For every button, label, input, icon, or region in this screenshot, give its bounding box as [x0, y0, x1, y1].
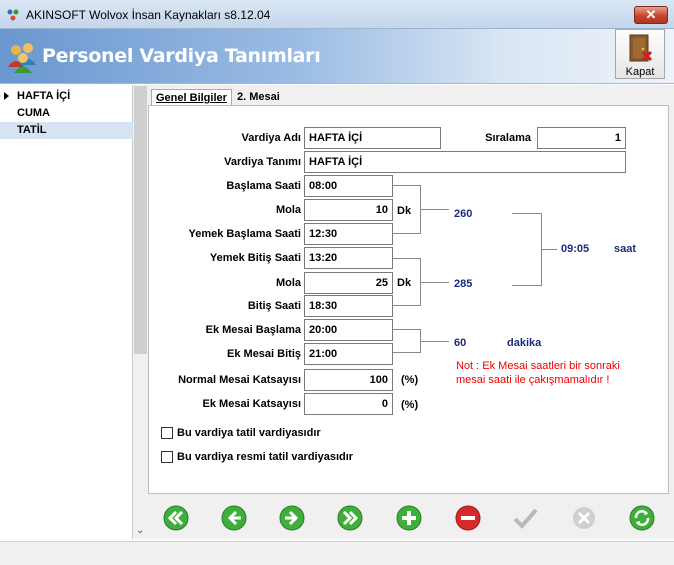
personnel-icon [8, 43, 36, 73]
current-row-indicator-icon [4, 92, 9, 100]
x-icon[interactable] [571, 505, 597, 531]
yemek-baslama-label: Yemek Başlama Saati [188, 228, 301, 240]
plus-icon[interactable] [396, 505, 422, 531]
window-title: AKINSOFT Wolvox İnsan Kaynakları s8.12.0… [26, 8, 271, 22]
left-arrow-icon[interactable] [221, 505, 247, 531]
kapat-label: Kapat [625, 66, 655, 78]
resmi-tatil-label: Bu vardiya resmi tatil vardiyasıdır [177, 451, 354, 463]
yemek-bitis-field[interactable]: 13:20 [304, 247, 393, 269]
tab-2-mesai[interactable]: 2. Mesai [233, 89, 291, 106]
ek-mesai-bitis-label: Ek Mesai Bitiş [227, 348, 301, 360]
general-info-panel: Vardiya Adı HAFTA İÇİ Sıralama 1 Vardiya… [148, 105, 669, 494]
close-window-button[interactable]: ✕ [634, 6, 668, 24]
vardiya-adi-label: Vardiya Adı [241, 132, 301, 144]
bitis-saati-field[interactable]: 18:30 [304, 295, 393, 317]
yemek-bitis-label: Yemek Bitiş Saati [209, 252, 301, 264]
app-icon [7, 9, 19, 21]
chevron-down-icon[interactable]: ⌄ [136, 525, 144, 536]
total-minutes-2: 285 [454, 278, 473, 290]
normal-katsayi-field[interactable]: 100 [304, 369, 393, 391]
check-icon[interactable] [512, 505, 538, 531]
ek-katsayi-label: Ek Mesai Katsayısı [202, 398, 301, 410]
bracket-line [421, 341, 449, 342]
list-item[interactable]: CUMA [0, 105, 133, 122]
bracket-line [542, 249, 557, 250]
vardiya-tanimi-label: Vardiya Tanımı [224, 156, 301, 168]
list-item-label: CUMA [17, 107, 50, 119]
mola-2-label: Mola [275, 277, 301, 289]
tatil-vardiyasi-checkbox[interactable] [161, 427, 173, 439]
list-scrollbar[interactable]: ⌄ [133, 85, 148, 539]
list-item[interactable]: HAFTA İÇİ [0, 88, 133, 105]
warning-note-line-1: Not : Ek Mesai saatleri bir sonraki [456, 360, 620, 372]
vardiya-adi-field[interactable]: HAFTA İÇİ [304, 127, 441, 149]
status-bar [0, 541, 674, 565]
total-work-time: 09:05 [561, 243, 590, 255]
bracket-line [512, 213, 542, 286]
minus-icon[interactable] [455, 505, 481, 531]
total-minutes-1: 260 [454, 208, 473, 220]
mola-label: Mola [275, 204, 301, 216]
bracket-line [393, 258, 421, 306]
baslama-saati-field[interactable]: 08:00 [304, 175, 393, 197]
mola-2-field[interactable]: 25 [304, 272, 393, 294]
resmi-tatil-checkbox[interactable] [161, 451, 173, 463]
ek-mesai-total-unit: dakika [507, 337, 542, 349]
list-item-label: TATİL [17, 124, 47, 136]
yemek-baslama-field[interactable]: 12:30 [304, 223, 393, 245]
exit-door-icon [629, 34, 653, 62]
vardiya-tanimi-field[interactable]: HAFTA İÇİ [304, 151, 626, 173]
bracket-line [421, 282, 449, 283]
bracket-line [393, 329, 421, 353]
double-right-arrow-icon[interactable] [337, 505, 363, 531]
kapat-button[interactable]: Kapat [615, 29, 665, 79]
tab-genel-bilgiler[interactable]: Genel Bilgiler [151, 89, 232, 106]
mola-field[interactable]: 10 [304, 199, 393, 221]
right-arrow-icon[interactable] [279, 505, 305, 531]
bracket-line [421, 209, 449, 210]
tab-area: Genel Bilgiler 2. Mesai Vardiya Adı HAFT… [148, 85, 674, 539]
warning-note-line-2: mesai saati ile çakışmamalıdır ! [456, 374, 610, 386]
siralama-label: Sıralama [485, 132, 531, 144]
list-item-label: HAFTA İÇİ [17, 90, 71, 102]
ek-katsayi-unit: (%) [401, 399, 419, 411]
ek-mesai-baslama-field[interactable]: 20:00 [304, 319, 393, 341]
total-work-time-unit: saat [614, 243, 637, 255]
bracket-line [393, 185, 421, 234]
double-left-arrow-icon[interactable] [163, 505, 189, 531]
title-bar: AKINSOFT Wolvox İnsan Kaynakları s8.12.0… [0, 0, 674, 29]
normal-katsayi-label: Normal Mesai Katsayısı [178, 374, 301, 386]
ek-katsayi-field[interactable]: 0 [304, 393, 393, 415]
baslama-saati-label: Başlama Saati [226, 180, 301, 192]
ek-mesai-baslama-label: Ek Mesai Başlama [205, 324, 301, 336]
siralama-field[interactable]: 1 [537, 127, 626, 149]
normal-katsayi-unit: (%) [401, 374, 419, 386]
list-item[interactable]: TATİL [0, 122, 133, 139]
header-band: Personel Vardiya Tanımları [0, 29, 674, 84]
bitis-saati-label: Bitiş Saati [247, 300, 301, 312]
tatil-vardiyasi-label: Bu vardiya tatil vardiyasıdır [177, 427, 321, 439]
shift-list: HAFTA İÇİ CUMA TATİL [0, 85, 133, 539]
ek-mesai-total: 60 [454, 337, 467, 349]
refresh-icon[interactable] [629, 505, 655, 531]
scrollbar-thumb[interactable] [134, 86, 147, 354]
page-title: Personel Vardiya Tanımları [42, 45, 321, 67]
ek-mesai-bitis-field[interactable]: 21:00 [304, 343, 393, 365]
